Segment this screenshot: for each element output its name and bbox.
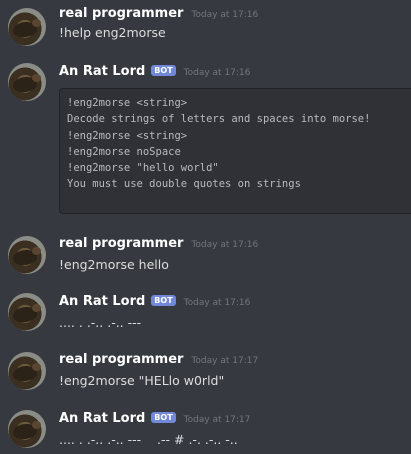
- bot-badge: BOT: [151, 65, 176, 76]
- bot-badge: BOT: [151, 412, 176, 423]
- code-line: Decode strings of letters and spaces int…: [67, 113, 371, 126]
- avatar[interactable]: [8, 8, 46, 46]
- message-text: !eng2morse hello: [59, 257, 169, 272]
- avatar[interactable]: [8, 236, 46, 274]
- message-header: real programmer Today at 17:16: [59, 6, 258, 21]
- username[interactable]: real programmer: [59, 6, 183, 21]
- code-line: !eng2morse <string>: [67, 129, 188, 142]
- timestamp: Today at 17:16: [191, 10, 259, 20]
- username[interactable]: An Rat Lord: [59, 411, 145, 426]
- message-text: !eng2morse "HELlo w0rld": [59, 373, 225, 388]
- username[interactable]: An Rat Lord: [59, 64, 145, 79]
- message-header: An Rat Lord BOT Today at 17:16: [59, 64, 250, 79]
- timestamp: Today at 17:17: [183, 415, 251, 425]
- avatar[interactable]: [8, 410, 46, 448]
- message-text: .... . .-.. .-.. --- .-- # .-. .-.. -..: [59, 432, 238, 447]
- timestamp: Today at 17:17: [191, 356, 259, 366]
- message-header: real programmer Today at 17:16: [59, 236, 258, 251]
- avatar[interactable]: [8, 63, 46, 101]
- username[interactable]: real programmer: [59, 236, 183, 251]
- code-line: !eng2morse <string>: [67, 97, 188, 109]
- avatar[interactable]: [8, 293, 46, 331]
- code-line: !eng2morse "hello world": [67, 162, 219, 175]
- code-block: !eng2morse <string> Decode strings of le…: [59, 88, 411, 214]
- timestamp: Today at 17:16: [183, 68, 251, 78]
- bot-badge: BOT: [151, 295, 176, 306]
- timestamp: Today at 17:16: [183, 298, 251, 308]
- code-line: !eng2morse noSpace: [67, 145, 181, 158]
- message-header: An Rat Lord BOT Today at 17:17: [59, 411, 250, 426]
- message-text: !help eng2morse: [59, 25, 166, 40]
- avatar[interactable]: [8, 352, 46, 390]
- message-header: real programmer Today at 17:17: [59, 352, 258, 367]
- username[interactable]: real programmer: [59, 352, 183, 367]
- username[interactable]: An Rat Lord: [59, 294, 145, 309]
- message-text: .... . .-.. .-.. ---: [59, 315, 142, 330]
- code-line: You must use double quotes on strings: [67, 178, 301, 191]
- timestamp: Today at 17:16: [191, 240, 259, 250]
- message-header: An Rat Lord BOT Today at 17:16: [59, 294, 250, 309]
